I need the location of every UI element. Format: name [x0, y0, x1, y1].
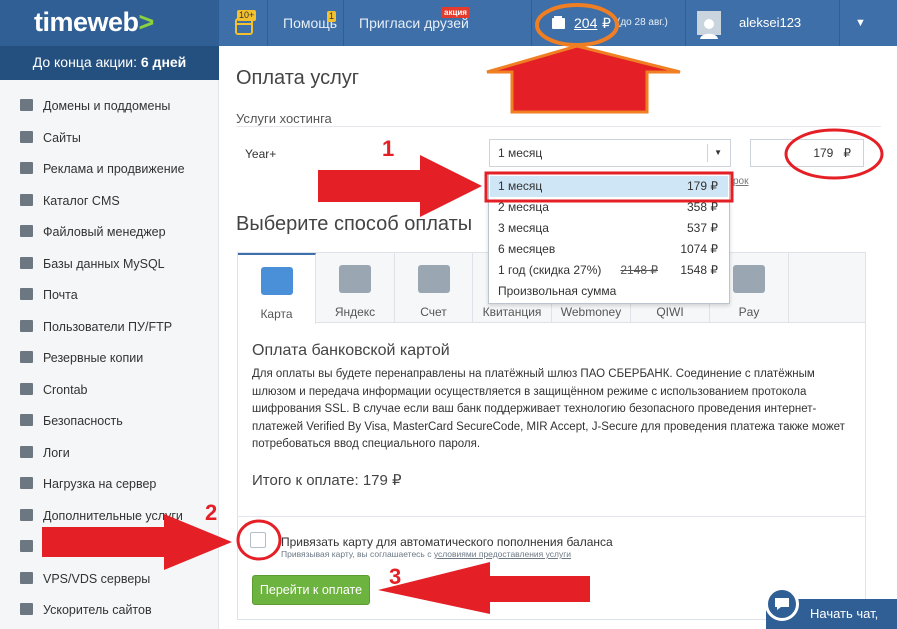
annotation-number-1: 1 — [382, 136, 395, 161]
selected-option-highlight — [484, 171, 734, 203]
annotation-overlay — [42, 3, 884, 614]
annotation-number-3: 3 — [389, 564, 402, 589]
app-window: timeweb> До конца акции: 6 дней 10+ Помо… — [0, 0, 897, 629]
balance-highlight-ellipse — [535, 3, 619, 47]
arrow-to-checkbox — [42, 514, 232, 570]
up-arrow-shape — [486, 44, 681, 114]
annotation-number-2: 2 — [205, 500, 218, 525]
arrow-to-dropdown — [318, 155, 482, 217]
arrow-to-pay-button — [378, 562, 590, 614]
checkbox-highlight-circle — [236, 519, 282, 561]
amount-highlight-ellipse — [784, 128, 884, 180]
